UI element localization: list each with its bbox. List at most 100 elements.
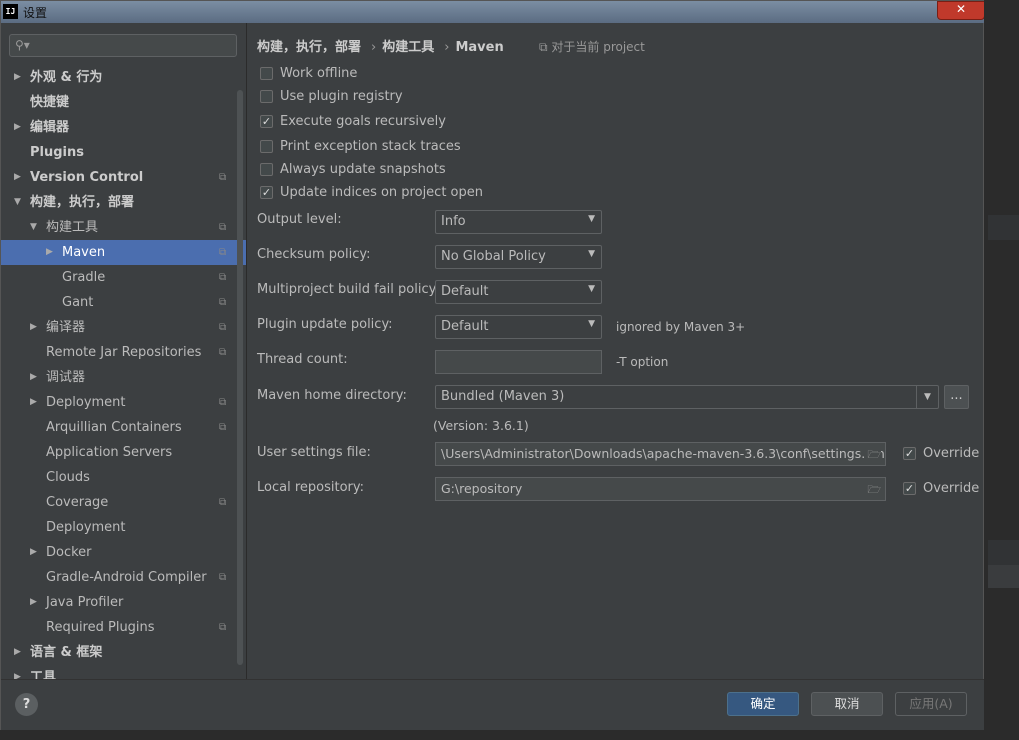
sidebar-item[interactable]: ▶ 外观 & 行为 <box>1 65 246 90</box>
sidebar-item[interactable]: ▶ Version Control ⧉ <box>1 165 246 190</box>
sidebar-item[interactable]: Deployment <box>1 515 246 540</box>
expanded-arrow-icon[interactable]: ▼ <box>14 190 21 215</box>
ok-button[interactable]: 确定 <box>727 692 799 716</box>
sidebar-item[interactable]: Required Plugins ⧉ <box>1 615 246 640</box>
sidebar-item[interactable]: ▼ 构建工具 ⧉ <box>1 215 246 240</box>
sidebar-item[interactable]: ▶ Deployment ⧉ <box>1 390 246 415</box>
sidebar-item[interactable]: Coverage ⧉ <box>1 490 246 515</box>
sidebar-item-label: 编译器 <box>46 320 86 335</box>
chevron-down-icon: ▼ <box>588 214 595 224</box>
dropdown-value: Info <box>441 214 466 229</box>
breadcrumb-item: 构建工具 <box>382 40 435 55</box>
multiproject-fail-label: Multiproject build fail policy: <box>257 282 440 297</box>
collapsed-arrow-icon[interactable]: ▶ <box>14 65 21 90</box>
unchecked-checkbox[interactable] <box>260 67 273 80</box>
sidebar-item-label: Arquillian Containers <box>46 420 182 435</box>
dialog-footer: ? 确定 取消 应用(A) <box>1 679 985 731</box>
output-level-dropdown[interactable]: Info ▼ <box>435 210 602 234</box>
unchecked-checkbox[interactable] <box>260 90 273 103</box>
collapsed-arrow-icon[interactable]: ▶ <box>30 315 37 340</box>
sidebar-item-label: Application Servers <box>46 445 173 460</box>
checked-checkbox[interactable]: ✓ <box>260 115 273 128</box>
sidebar-item-label: Gant <box>62 295 94 310</box>
sidebar-item-label: 工具 <box>30 670 57 679</box>
collapsed-arrow-icon[interactable]: ▶ <box>46 240 53 265</box>
collapsed-arrow-icon[interactable]: ▶ <box>14 640 21 665</box>
checkbox[interactable]: ✓ <box>903 447 916 460</box>
sidebar-item[interactable]: Gant ⧉ <box>1 290 246 315</box>
sidebar-item[interactable]: ▶ 编译器 ⧉ <box>1 315 246 340</box>
checksum-policy-dropdown[interactable]: No Global Policy ▼ <box>435 245 602 269</box>
override-label: Override <box>923 481 980 496</box>
thread-count-label: Thread count: <box>257 352 348 367</box>
sidebar-item[interactable]: Gradle ⧉ <box>1 265 246 290</box>
background-editor <box>984 0 1019 740</box>
apply-button[interactable]: 应用(A) <box>895 692 967 716</box>
search-input[interactable]: ⚲▾ <box>9 34 237 57</box>
help-icon[interactable]: ? <box>15 693 38 716</box>
maven-version-label: (Version: 3.6.1) <box>433 418 529 433</box>
sidebar-item-label: Remote Jar Repositories <box>46 345 202 360</box>
unchecked-checkbox[interactable] <box>260 140 273 153</box>
breadcrumb-separator: › <box>371 40 377 55</box>
sidebar-item[interactable]: ▶ 调试器 <box>1 365 246 390</box>
sidebar-item[interactable]: ▶ Maven ⧉ <box>1 240 246 265</box>
maven-home-dropdown[interactable]: Bundled (Maven 3) ▼ <box>435 385 939 409</box>
sidebar-item-label: 外观 & 行为 <box>30 70 103 85</box>
sidebar-item[interactable]: Application Servers <box>1 440 246 465</box>
collapsed-arrow-icon[interactable]: ▶ <box>30 590 37 615</box>
output-level-label: Output level: <box>257 212 342 227</box>
checkbox[interactable]: ✓ <box>903 482 916 495</box>
local-repo-input[interactable]: G:\repository 🗁 <box>435 477 886 501</box>
thread-count-input[interactable] <box>435 350 602 374</box>
sidebar-item-label: Gradle-Android Compiler <box>46 570 207 585</box>
user-settings-label: User settings file: <box>257 445 371 460</box>
folder-icon[interactable]: 🗁 <box>867 481 881 500</box>
plugin-update-label: Plugin update policy: <box>257 317 393 332</box>
checksum-policy-label: Checksum policy: <box>257 247 371 262</box>
sidebar-item[interactable]: ▶ Docker <box>1 540 246 565</box>
collapsed-arrow-icon[interactable]: ▶ <box>14 115 21 140</box>
collapsed-arrow-icon[interactable]: ▶ <box>14 665 21 679</box>
sidebar-item[interactable]: Plugins <box>1 140 246 165</box>
sidebar-item[interactable]: Remote Jar Repositories ⧉ <box>1 340 246 365</box>
collapsed-arrow-icon[interactable]: ▶ <box>30 365 37 390</box>
plugin-update-dropdown[interactable]: Default ▼ <box>435 315 602 339</box>
sidebar-item[interactable]: Clouds <box>1 465 246 490</box>
expanded-arrow-icon[interactable]: ▼ <box>30 215 37 240</box>
browse-maven-home-button[interactable]: ... <box>944 385 969 409</box>
project-copy-icon: ⧉ <box>219 297 227 308</box>
breadcrumb-item: 构建，执行，部署 <box>257 40 362 55</box>
collapsed-arrow-icon[interactable]: ▶ <box>30 540 37 565</box>
sidebar-item-label: Version Control <box>30 170 144 185</box>
collapsed-arrow-icon[interactable]: ▶ <box>30 390 37 415</box>
multiproject-fail-dropdown[interactable]: Default ▼ <box>435 280 602 304</box>
project-copy-icon: ⧉ <box>219 397 227 408</box>
breadcrumb: 构建，执行，部署 › 构建工具 › Maven <box>257 36 508 55</box>
sidebar-item[interactable]: ▶ 工具 <box>1 665 246 679</box>
sidebar-item[interactable]: 快捷键 <box>1 90 246 115</box>
sidebar-item-label: 语言 & 框架 <box>30 645 103 660</box>
chevron-down-icon: ▼ <box>588 284 595 294</box>
collapsed-arrow-icon[interactable]: ▶ <box>14 165 21 190</box>
close-button[interactable]: ✕ <box>937 1 985 20</box>
unchecked-checkbox[interactable] <box>260 163 273 176</box>
sidebar-item[interactable]: Gradle-Android Compiler ⧉ <box>1 565 246 590</box>
user-settings-input[interactable]: \Users\Administrator\Downloads\apache-ma… <box>435 442 886 466</box>
cancel-button[interactable]: 取消 <box>811 692 883 716</box>
checkbox-label: Always update snapshots <box>280 162 446 177</box>
folder-icon[interactable]: 🗁 <box>864 446 881 465</box>
project-copy-icon: ⧉ <box>219 497 227 508</box>
window-title: 设置 <box>23 6 48 20</box>
sidebar-item-label: Required Plugins <box>46 620 155 635</box>
sidebar-item[interactable]: ▼ 构建，执行，部署 <box>1 190 246 215</box>
sidebar-item[interactable]: Arquillian Containers ⧉ <box>1 415 246 440</box>
project-copy-icon: ⧉ <box>219 622 227 633</box>
checked-checkbox[interactable]: ✓ <box>260 186 273 199</box>
sidebar-scrollbar[interactable] <box>237 90 243 665</box>
sidebar-item[interactable]: ▶ 语言 & 框架 <box>1 640 246 665</box>
sidebar-item[interactable]: ▶ 编辑器 <box>1 115 246 140</box>
sidebar-item-label: 构建工具 <box>46 220 99 235</box>
sidebar-item-label: Docker <box>46 545 92 560</box>
sidebar-item[interactable]: ▶ Java Profiler <box>1 590 246 615</box>
